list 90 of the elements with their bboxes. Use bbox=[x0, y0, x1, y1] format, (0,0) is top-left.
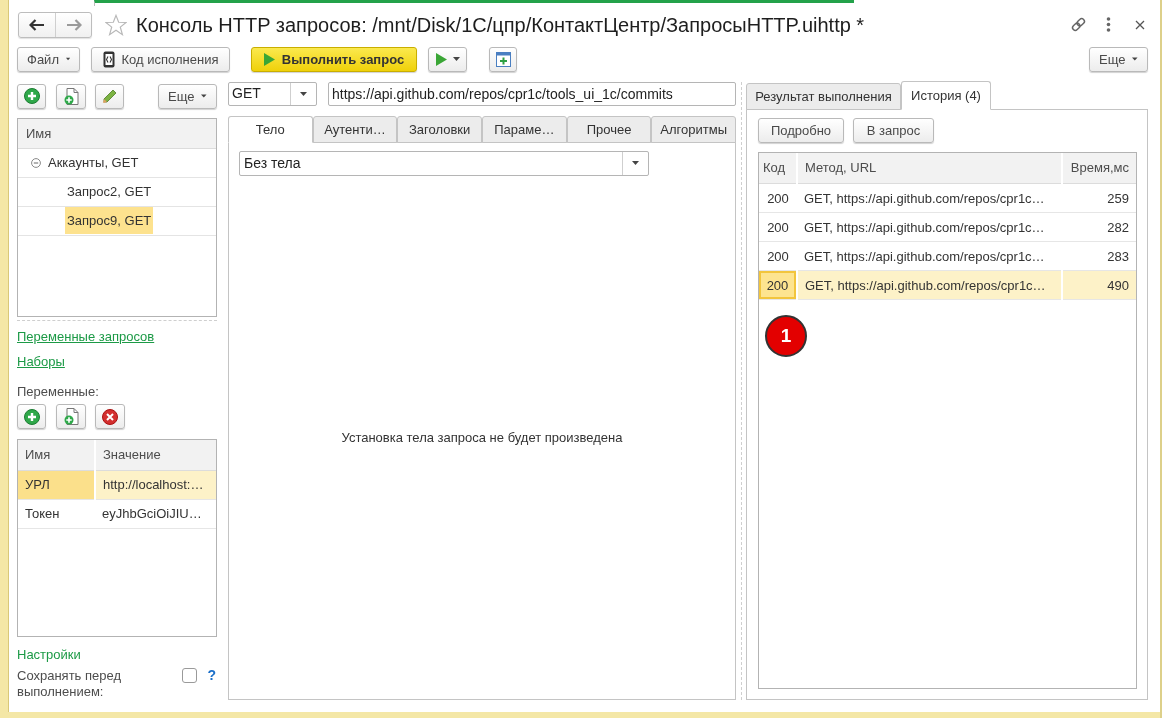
column-header: Код bbox=[759, 152, 797, 184]
collapse-icon[interactable] bbox=[31, 157, 41, 168]
pencil-icon bbox=[102, 88, 117, 104]
add-icon bbox=[23, 88, 40, 105]
more-menu-button[interactable]: Еще bbox=[158, 83, 217, 109]
checkbox[interactable] bbox=[182, 668, 198, 683]
run-request-button[interactable]: Выполнить запрос bbox=[251, 46, 417, 72]
to-request-button[interactable]: В запрос bbox=[853, 117, 934, 143]
help-link[interactable]: ? bbox=[207, 668, 216, 683]
link[interactable]: Переменные запросов bbox=[17, 328, 155, 344]
document-add-icon bbox=[63, 408, 79, 426]
add-button[interactable] bbox=[17, 404, 46, 430]
table-cell: 282 bbox=[1062, 212, 1136, 242]
table-cell: 200 bbox=[759, 212, 797, 242]
caret-icon bbox=[1132, 57, 1138, 62]
tree-item[interactable]: Аккаунты, GET bbox=[46, 149, 141, 177]
tab[interactable]: Тело bbox=[228, 115, 313, 143]
tab[interactable]: Результат выполнения bbox=[746, 82, 901, 110]
table-cell: 200 bbox=[759, 270, 797, 300]
copy-button[interactable] bbox=[56, 83, 86, 109]
forward-arrow-icon bbox=[65, 18, 82, 31]
table-cell: eyJhbGciOiJIU… bbox=[95, 499, 216, 529]
section-heading: Настройки bbox=[17, 646, 81, 662]
play-icon bbox=[435, 52, 447, 66]
table-cell: 200 bbox=[759, 183, 797, 213]
edit-button[interactable] bbox=[95, 83, 124, 109]
table-row[interactable]: Токен eyJhbGciOiJIU… bbox=[18, 499, 216, 529]
table-cell: GET, https://api.github.com/repos/cpr1c… bbox=[797, 241, 1062, 271]
body-type-select[interactable]: Без тела bbox=[239, 150, 649, 176]
document-add-icon bbox=[63, 87, 79, 105]
delete-icon bbox=[102, 408, 118, 425]
table-row[interactable]: 200 GET, https://api.github.com/repos/cpr1c… 259 bbox=[759, 183, 1136, 213]
caret-icon bbox=[300, 91, 307, 96]
window-title: Консоль HTTP запросов: /mnt/Disk/1C/цпр/КонтактЦентр/ЗапросыHTTP.uihttp * bbox=[136, 12, 865, 38]
tab[interactable]: Заголовки bbox=[397, 115, 482, 143]
url-field[interactable]: https://api.github.com/repos/cpr1c/tools_ui_1c/commits bbox=[328, 81, 736, 106]
delete-button[interactable] bbox=[95, 404, 125, 430]
table-cell: GET, https://api.github.com/repos/cpr1c… bbox=[797, 183, 1062, 213]
tab[interactable]: История (4) bbox=[901, 80, 991, 110]
column-header: Значение bbox=[95, 439, 216, 471]
column-header: Имя bbox=[26, 124, 52, 143]
table-cell: 283 bbox=[1062, 241, 1136, 271]
run-menu-button[interactable] bbox=[428, 46, 467, 72]
table-cell: http://localhost:… bbox=[95, 470, 216, 500]
table-row[interactable]: 200 GET, https://api.github.com/repos/cpr1c… 490 bbox=[759, 270, 1136, 300]
table-cell: GET, https://api.github.com/repos/cpr1c… bbox=[797, 212, 1062, 242]
add-icon bbox=[23, 408, 40, 425]
table-row[interactable]: 200 GET, https://api.github.com/repos/cpr1c… 282 bbox=[759, 212, 1136, 242]
back-arrow-icon bbox=[29, 18, 45, 31]
tree-item[interactable]: Запрос9, GET bbox=[65, 207, 154, 235]
table-row[interactable]: УРЛ http://localhost:… bbox=[18, 470, 216, 500]
caret-icon bbox=[65, 57, 70, 62]
file-menu-button[interactable]: Файл bbox=[17, 46, 80, 72]
table-cell: 259 bbox=[1062, 183, 1136, 213]
info-text: Установка тела запроса не будет произведена bbox=[341, 428, 623, 447]
table-cell: 200 bbox=[759, 241, 797, 271]
method-select[interactable]: GET bbox=[228, 81, 317, 106]
more-menu-button[interactable]: Еще bbox=[1089, 46, 1148, 72]
table-cell: Токен bbox=[18, 499, 95, 529]
section-label: Переменные: bbox=[17, 383, 99, 399]
new-window-button[interactable] bbox=[489, 46, 517, 72]
step-marker: 1 bbox=[765, 315, 807, 358]
tab[interactable]: Аутенти… bbox=[312, 115, 398, 143]
caret-icon bbox=[452, 57, 460, 62]
column-header: Время,мс bbox=[1062, 152, 1136, 184]
star-icon[interactable] bbox=[105, 13, 127, 36]
link-icon[interactable] bbox=[1070, 16, 1087, 34]
tab[interactable]: Алгоритмы bbox=[651, 115, 737, 143]
code-icon bbox=[102, 50, 115, 68]
tab[interactable]: Параме… bbox=[482, 115, 567, 143]
tree-item[interactable]: Запрос2, GET bbox=[65, 178, 154, 206]
table-cell: УРЛ bbox=[18, 470, 95, 500]
copy-button[interactable] bbox=[56, 404, 86, 430]
add-button[interactable] bbox=[17, 83, 46, 109]
caret-icon bbox=[201, 94, 207, 99]
window-add-icon bbox=[495, 51, 511, 67]
table-cell: GET, https://api.github.com/repos/cpr1c… bbox=[797, 270, 1062, 300]
close-icon[interactable] bbox=[1135, 19, 1145, 30]
table-row[interactable]: 200 GET, https://api.github.com/repos/cpr1c… 283 bbox=[759, 241, 1136, 271]
caret-icon bbox=[632, 161, 639, 166]
link[interactable]: Наборы bbox=[17, 354, 65, 370]
more-options-icon[interactable] bbox=[1106, 17, 1111, 33]
option-label: Сохранять перед выполнением: bbox=[17, 668, 123, 700]
details-button[interactable]: Подробно bbox=[758, 117, 844, 143]
play-icon bbox=[263, 52, 275, 66]
code-button[interactable]: Код исполнения bbox=[91, 46, 230, 72]
column-header: Метод, URL bbox=[797, 152, 1062, 184]
tab[interactable]: Прочее bbox=[566, 115, 652, 143]
column-header: Имя bbox=[18, 439, 95, 471]
table-cell: 490 bbox=[1062, 270, 1136, 300]
